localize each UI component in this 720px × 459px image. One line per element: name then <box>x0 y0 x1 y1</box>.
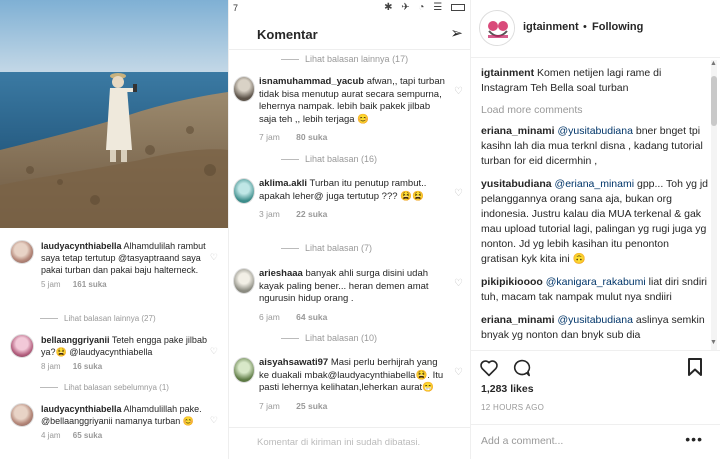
comment-meta: 4 jam 65 suka <box>41 430 211 442</box>
comment-username[interactable]: arieshaaa <box>259 268 303 279</box>
comment-meta: 3 jam 22 suka <box>259 208 445 221</box>
comment-likes[interactable]: 65 suka <box>73 431 102 440</box>
comment-likes[interactable]: 64 suka <box>296 312 327 322</box>
comment-likes[interactable]: 22 suka <box>296 209 327 219</box>
account-username[interactable]: igtainment <box>523 21 579 33</box>
heart-icon[interactable]: ♡ <box>210 415 218 426</box>
mobile-comments-panel: 7 ✱ ✈ ◔ ☰ Komentar ➢ Lihat balasan lainn… <box>228 0 471 459</box>
comment-username[interactable]: bellaanggriyanii <box>41 335 110 345</box>
load-more-comments-link[interactable]: Load more comments <box>481 104 709 116</box>
comment-likes[interactable]: 16 suka <box>73 362 102 371</box>
heart-icon[interactable]: ♡ <box>210 252 218 263</box>
comment-username[interactable]: igtainment <box>481 67 534 79</box>
comment-time: 6 jam <box>259 311 280 322</box>
comment-time: 3 jam <box>259 209 280 219</box>
comment-username[interactable]: isnamuhammad_yacub <box>259 76 364 87</box>
comments-scrollbar[interactable]: ▲ ▼ <box>709 60 719 350</box>
comment-likes[interactable]: 80 suka <box>296 132 327 142</box>
igtainment-logo <box>481 12 514 45</box>
comment-text: gpp... Toh yg jd pelanggannya orang sana… <box>481 178 709 265</box>
list-item: yusitabudiana @eriana_minami gpp... Toh … <box>481 177 709 267</box>
avatar[interactable] <box>10 240 34 264</box>
comment-username[interactable]: laudyacynthiabella <box>41 241 122 251</box>
comment-likes[interactable]: 161 suka <box>73 280 107 289</box>
comment-mention[interactable]: @yusitabudiana <box>557 314 632 326</box>
comment-meta: 7 jam 80 suka <box>259 131 445 144</box>
bookmark-icon[interactable] <box>687 357 703 377</box>
avatar[interactable] <box>233 357 255 383</box>
comment-username[interactable]: pikipikioooo <box>481 276 543 288</box>
avatar[interactable] <box>10 334 34 358</box>
scroll-down-icon[interactable]: ▼ <box>710 339 717 346</box>
comment-username[interactable]: eriana_minami <box>481 314 555 326</box>
beach-photo <box>0 0 228 228</box>
send-icon[interactable]: ➢ <box>450 24 463 42</box>
comment-meta: 8 jam 16 suka <box>41 361 211 373</box>
comment-input-bar: Komentar di kiriman ini sudah dibatasi. <box>229 427 471 459</box>
heart-icon[interactable]: ♡ <box>454 367 463 378</box>
scroll-up-icon[interactable]: ▲ <box>710 60 717 67</box>
comment-time: 5 jam <box>41 280 61 289</box>
left-screenshot-panel: laudyacynthiabella Alhamdulilah rambut s… <box>0 0 228 459</box>
comment-username[interactable]: laudyacynthiabella <box>41 404 122 414</box>
add-comment-bar: Add a comment... ••• <box>471 424 720 459</box>
scrollbar-thumb[interactable] <box>711 76 717 126</box>
post-sidebar: igtainment • Following igtainment Komen … <box>470 0 720 459</box>
list-item: pikipikioooo @kanigara_rakabumi liat dir… <box>481 275 709 305</box>
more-options-icon[interactable]: ••• <box>685 431 703 447</box>
following-button[interactable]: Following <box>592 21 643 33</box>
view-previous-replies-link[interactable]: Lihat balasan sebelumnya (1) <box>40 383 169 392</box>
account-avatar[interactable] <box>479 10 515 46</box>
comment-mention[interactable]: @eriana_minami <box>555 178 635 190</box>
comment-meta: 7 jam 25 suka <box>259 400 445 413</box>
comment-time: 4 jam <box>41 431 61 440</box>
comment-username[interactable]: aklima.akli <box>259 178 307 189</box>
view-more-replies-link[interactable]: Lihat balasan lainnya (27) <box>40 314 156 323</box>
view-replies-link[interactable]: Lihat balasan (7) <box>281 243 372 253</box>
post-photo <box>0 0 228 228</box>
comment-username[interactable]: yusitabudiana <box>481 178 552 190</box>
likes-count[interactable]: 1,283 likes <box>481 383 534 395</box>
battery-icon <box>451 3 465 11</box>
comment-meta: 5 jam 161 suka <box>41 279 211 291</box>
comments-title: Komentar <box>257 27 318 42</box>
view-replies-link[interactable]: Lihat balasan (10) <box>281 333 377 343</box>
status-time: 7 <box>233 3 239 13</box>
post-header: igtainment • Following <box>471 0 720 58</box>
view-replies-link[interactable]: Lihat balasan lainnya (17) <box>281 54 408 64</box>
heart-icon[interactable]: ♡ <box>454 86 463 97</box>
list-item: eriana_minami @yusitabudiana bner bnget … <box>481 124 709 169</box>
add-comment-input[interactable]: Add a comment... <box>481 435 563 447</box>
heart-icon[interactable]: ♡ <box>210 346 218 357</box>
post-caption: igtainment Komen netijen lagi rame di In… <box>481 66 709 96</box>
comment-meta: 6 jam 64 suka <box>259 311 445 324</box>
post-timestamp: 12 HOURS AGO <box>481 403 545 412</box>
status-bar: 7 ✱ ✈ ◔ ☰ <box>229 0 471 18</box>
comment-time: 7 jam <box>259 132 280 142</box>
post-actions <box>471 350 720 386</box>
comment-mention[interactable]: @yusitabudiana <box>557 125 632 137</box>
heart-icon[interactable] <box>479 359 499 377</box>
comment-mention[interactable]: @kanigara_rakabumi <box>546 276 646 288</box>
comment-restricted-notice: Komentar di kiriman ini sudah dibatasi. <box>257 437 421 448</box>
separator-dot: • <box>583 21 587 33</box>
heart-icon[interactable]: ♡ <box>454 278 463 289</box>
avatar[interactable] <box>233 76 255 102</box>
comment-username[interactable]: aisyahsawati97 <box>259 357 328 368</box>
avatar[interactable] <box>233 268 255 294</box>
comment-time: 7 jam <box>259 400 280 411</box>
comment-icon[interactable] <box>511 359 531 377</box>
status-icons: ✱ ✈ ◔ ☰ <box>384 2 465 13</box>
list-item: eriana_minami @yusitabudiana aslinya sem… <box>481 313 709 343</box>
comment-likes[interactable]: 25 suka <box>296 401 327 411</box>
avatar[interactable] <box>10 403 34 427</box>
view-replies-link[interactable]: Lihat balasan (16) <box>281 154 377 164</box>
comments-header: Komentar ➢ <box>229 20 471 50</box>
post-comments-list: igtainment Komen netijen lagi rame di In… <box>481 66 709 348</box>
heart-icon[interactable]: ♡ <box>454 188 463 199</box>
avatar[interactable] <box>233 178 255 204</box>
comment-username[interactable]: eriana_minami <box>481 125 555 137</box>
comment-time: 8 jam <box>41 362 61 371</box>
